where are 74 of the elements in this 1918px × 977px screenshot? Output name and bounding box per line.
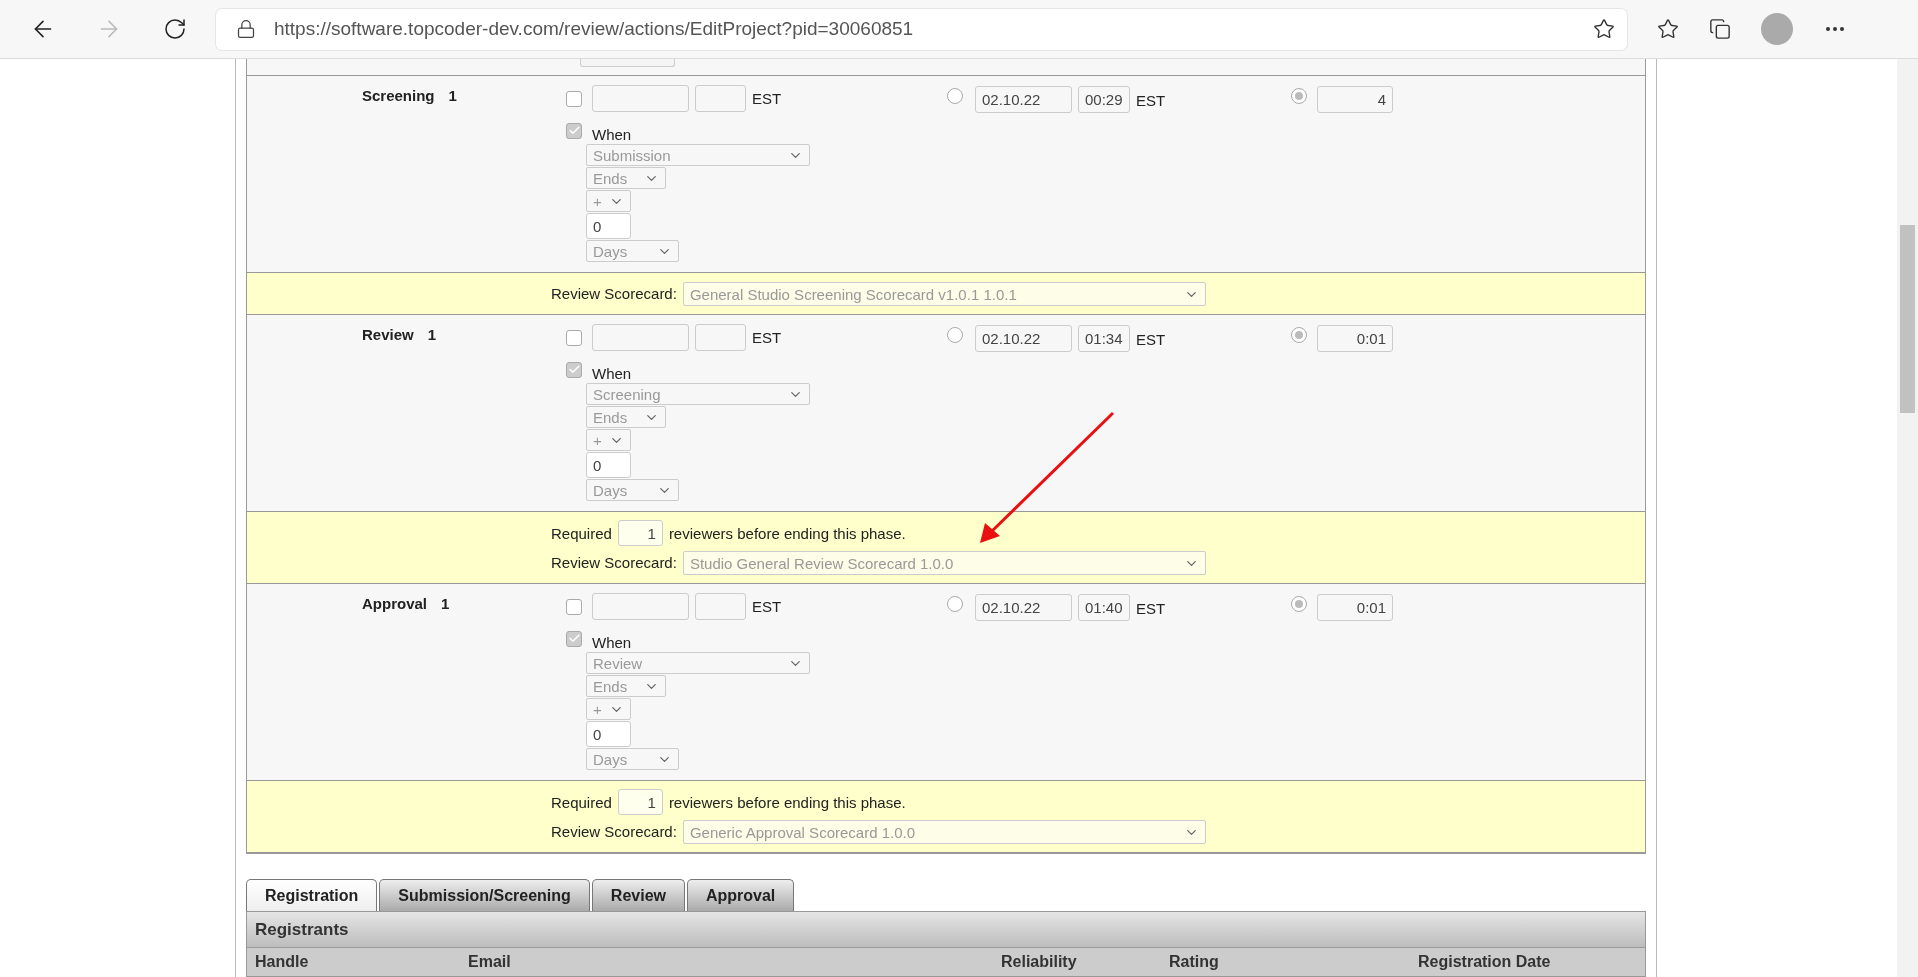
start-date-field[interactable] xyxy=(592,85,689,112)
phase-number: 1 xyxy=(441,595,450,612)
start-time-field[interactable] xyxy=(695,324,746,351)
phase-name: Approval xyxy=(362,595,427,612)
timezone-label: EST xyxy=(752,329,782,346)
duration-field[interactable]: 4 xyxy=(1317,86,1393,113)
tab[interactable]: Approval xyxy=(686,879,795,911)
refresh-icon xyxy=(163,17,187,41)
fixed-start-checkbox[interactable] xyxy=(566,598,582,615)
end-date-field[interactable]: 02.10.22 xyxy=(975,86,1072,113)
offset-field[interactable]: 0 xyxy=(586,452,631,478)
timezone-label: EST xyxy=(752,598,782,615)
timezone-label: EST xyxy=(1136,92,1166,109)
start-time-field[interactable] xyxy=(695,85,746,112)
tab[interactable]: Review xyxy=(591,879,685,911)
end-date-radio[interactable] xyxy=(947,596,963,612)
favorites-icon[interactable] xyxy=(1657,18,1679,40)
end-date-radio[interactable] xyxy=(947,88,963,104)
timezone-label: EST xyxy=(1136,331,1166,348)
when-label: When xyxy=(592,365,632,382)
scorecard-label: Review Scorecard: xyxy=(551,554,677,571)
column-header: Registration Date xyxy=(1418,953,1552,971)
when-checkbox[interactable] xyxy=(566,122,582,139)
lock-icon xyxy=(236,19,256,39)
duration-radio[interactable] xyxy=(1291,88,1307,104)
when-checkbox[interactable] xyxy=(566,361,582,378)
phase-name: Screening xyxy=(362,87,435,104)
start-date-field[interactable] xyxy=(592,324,689,351)
phase-name: Review xyxy=(362,326,414,343)
phase-number: 1 xyxy=(448,87,457,104)
end-date-field[interactable]: 02.10.22 xyxy=(975,594,1072,621)
address-bar[interactable]: https://software.topcoder-dev.com/review/actions/EditProject?pid=30060851 xyxy=(216,8,1627,50)
offset-field[interactable]: 0 xyxy=(586,213,631,239)
required-label: Required xyxy=(551,793,612,811)
fixed-start-checkbox[interactable] xyxy=(566,90,582,107)
reviewers-hint: reviewers before ending this phase. xyxy=(668,793,906,811)
fixed-start-checkbox[interactable] xyxy=(566,329,582,346)
column-header: Rating xyxy=(1169,953,1220,971)
scorecard-label: Review Scorecard: xyxy=(551,823,677,840)
column-header: Reliability xyxy=(1001,953,1078,971)
end-date-radio[interactable] xyxy=(947,327,963,343)
timezone-label: EST xyxy=(1136,600,1166,617)
column-header: Email xyxy=(468,953,512,971)
duration-radio[interactable] xyxy=(1291,596,1307,612)
when-label: When xyxy=(592,126,632,143)
start-date-field[interactable] xyxy=(592,593,689,620)
start-time-field[interactable] xyxy=(695,593,746,620)
dropdown[interactable] xyxy=(580,59,675,67)
tab[interactable]: Registration xyxy=(246,879,378,911)
add-favorite-icon[interactable] xyxy=(1593,18,1615,40)
collections-icon[interactable] xyxy=(1709,18,1731,40)
column-header: Handle xyxy=(255,953,310,971)
reviewers-count-field[interactable]: 1 xyxy=(617,520,663,546)
when-checkbox[interactable] xyxy=(566,630,582,647)
end-time-field[interactable]: 00:29 xyxy=(1078,86,1130,113)
tab[interactable]: Submission/Screening xyxy=(379,879,590,911)
end-time-field[interactable]: 01:40 xyxy=(1078,594,1130,621)
required-label: Required xyxy=(551,524,612,542)
scrollbar[interactable] xyxy=(1897,59,1918,977)
phase-number: 1 xyxy=(427,326,437,343)
reviewers-hint: reviewers before ending this phase. xyxy=(668,524,906,542)
timezone-label: EST xyxy=(752,90,782,107)
duration-field[interactable]: 0:01 xyxy=(1317,594,1393,621)
duration-radio[interactable] xyxy=(1291,327,1307,343)
reviewers-count-field[interactable]: 1 xyxy=(617,789,663,815)
scrollbar-thumb[interactable] xyxy=(1900,225,1915,413)
when-label: When xyxy=(592,634,632,651)
section-header: Registrants xyxy=(246,911,1646,948)
duration-field[interactable]: 0:01 xyxy=(1317,325,1393,352)
end-date-field[interactable]: 02.10.22 xyxy=(975,325,1072,352)
offset-field[interactable]: 0 xyxy=(586,721,631,747)
profile-avatar[interactable] xyxy=(1761,13,1793,45)
end-time-field[interactable]: 01:34 xyxy=(1078,325,1130,352)
scorecard-label: Review Scorecard: xyxy=(551,285,677,302)
